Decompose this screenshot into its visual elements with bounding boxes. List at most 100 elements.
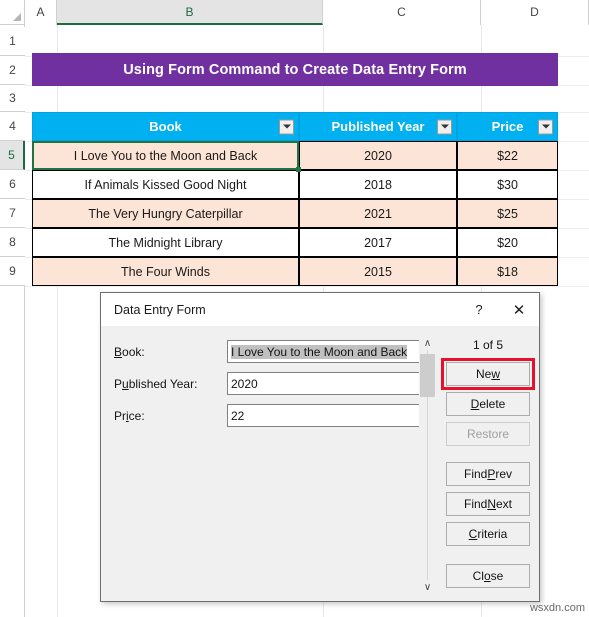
- table-cell-book[interactable]: The Midnight Library: [32, 228, 299, 257]
- help-icon[interactable]: ?: [459, 293, 499, 326]
- find-next-button[interactable]: Find Next: [446, 492, 530, 516]
- table-cell-value: $30: [497, 177, 518, 192]
- table-cell-year[interactable]: 2018: [299, 170, 457, 199]
- restore-button: Restore: [446, 422, 530, 446]
- close-button[interactable]: Cl o se: [446, 564, 530, 588]
- table-header-label: Price: [491, 119, 524, 134]
- filter-dropdown-icon[interactable]: [538, 119, 553, 134]
- table-cell-price[interactable]: $30: [457, 170, 558, 199]
- dialog-body: Book: I Love You to the Moon and Back Publ…: [101, 326, 539, 602]
- close-icon[interactable]: ✕: [499, 293, 539, 326]
- filter-dropdown-icon[interactable]: [279, 119, 294, 134]
- form-field-row: Published Year: 2020: [114, 372, 433, 395]
- dialog-title-text: Data Entry Form: [114, 302, 206, 317]
- scroll-up-icon[interactable]: ∧: [419, 336, 436, 350]
- record-counter: 1 of 5: [472, 338, 504, 352]
- table-header-book: Book: [32, 112, 299, 141]
- dialog-buttons: Ne w Delete Restore Find Prev Find Next Criter…: [441, 358, 535, 588]
- row-header-strip: 123456789: [0, 25, 25, 617]
- table-row: The Four Winds 2015 $18: [32, 257, 558, 286]
- data-entry-form-dialog: Data Entry Form ? ✕ Book: I Love You to t…: [100, 292, 540, 602]
- table-cell-value: The Very Hungry Caterpillar: [88, 206, 243, 221]
- delete-button[interactable]: Delete: [446, 392, 530, 416]
- table-cell-value: I Love You to the Moon and Back: [73, 148, 258, 163]
- column-header-a[interactable]: A: [25, 0, 57, 25]
- table-header-price: Price: [457, 112, 558, 141]
- field-label: Book:: [114, 344, 145, 359]
- dialog-title-bar[interactable]: Data Entry Form ? ✕: [101, 293, 539, 326]
- row-header-5[interactable]: 5: [0, 141, 25, 170]
- scroll-down-icon[interactable]: ∨: [419, 580, 436, 594]
- field-input[interactable]: 2020: [227, 372, 433, 395]
- row-header-6[interactable]: 6: [0, 170, 25, 199]
- field-value: 2020: [231, 376, 258, 391]
- table-header-row: Book Published Year Price: [32, 112, 558, 141]
- row-header-4[interactable]: 4: [0, 112, 25, 141]
- find-prev-button[interactable]: Find Prev: [446, 462, 530, 486]
- table-row: The Very Hungry Caterpillar 2021 $25: [32, 199, 558, 228]
- table-cell-book[interactable]: The Four Winds: [32, 257, 299, 286]
- selection-fill-handle[interactable]: [296, 167, 301, 172]
- dialog-button-wrapper: Delete: [446, 392, 530, 416]
- row-header-7[interactable]: 7: [0, 199, 25, 228]
- field-label: Price:: [114, 408, 145, 423]
- field-value: I Love You to the Moon and Back: [231, 344, 408, 359]
- table-cell-value: The Midnight Library: [108, 235, 223, 250]
- table-cell-year[interactable]: 2017: [299, 228, 457, 257]
- row-header-3[interactable]: 3: [0, 85, 25, 112]
- field-input[interactable]: I Love You to the Moon and Back: [227, 340, 433, 363]
- grid-line: [25, 286, 589, 287]
- table-cell-value: $22: [497, 148, 518, 163]
- table-row: I Love You to the Moon and Back 2020 $22: [32, 141, 558, 172]
- table-cell-value: 2017: [364, 235, 392, 250]
- select-all-corner[interactable]: [0, 0, 25, 25]
- field-value: 22: [231, 408, 245, 423]
- dialog-button-wrapper: Find Prev: [446, 462, 530, 486]
- table-cell-book[interactable]: If Animals Kissed Good Night: [32, 170, 299, 199]
- table-cell-value: If Animals Kissed Good Night: [84, 177, 247, 192]
- data-table: Book Published Year Price I Love You to the…: [32, 112, 558, 286]
- dialog-button-wrapper: Ne w: [441, 358, 535, 390]
- table-cell-value: The Four Winds: [121, 264, 210, 279]
- table-cell-price[interactable]: $25: [457, 199, 558, 228]
- scrollbar-thumb[interactable]: [420, 354, 435, 397]
- table-header-label: Book: [149, 119, 182, 134]
- dialog-button-wrapper: Find Next: [446, 492, 530, 516]
- table-cell-value: 2021: [364, 206, 392, 221]
- column-header-c[interactable]: C: [323, 0, 481, 25]
- field-label: Published Year:: [114, 376, 198, 391]
- dialog-button-column: 1 of 5 Ne w Delete Restore Find Prev Find Nex…: [441, 334, 535, 588]
- table-cell-value: 2020: [364, 148, 392, 163]
- table-cell-value: $25: [497, 206, 518, 221]
- column-header-d[interactable]: D: [481, 0, 589, 25]
- watermark: wsxdn.com: [529, 602, 585, 614]
- table-row: The Midnight Library 2017 $20: [32, 228, 558, 257]
- form-field-row: Price: 22: [114, 404, 433, 427]
- table-cell-value: 2015: [364, 264, 392, 279]
- row-header-1[interactable]: 1: [0, 27, 25, 56]
- sheet-title-banner: Using Form Command to Create Data Entry …: [32, 53, 558, 86]
- column-header-strip: A B C D: [0, 0, 589, 25]
- table-cell-price[interactable]: $20: [457, 228, 558, 257]
- form-field-row: Book: I Love You to the Moon and Back: [114, 340, 433, 363]
- field-input[interactable]: 22: [227, 404, 433, 427]
- row-header-9[interactable]: 9: [0, 257, 25, 286]
- table-cell-book[interactable]: I Love You to the Moon and Back: [32, 141, 301, 172]
- table-cell-price[interactable]: $18: [457, 257, 558, 286]
- new-button[interactable]: Ne w: [446, 362, 530, 386]
- table-cell-year[interactable]: 2015: [299, 257, 457, 286]
- criteria-button[interactable]: Criteria: [446, 522, 530, 546]
- dialog-button-wrapper: Restore: [446, 422, 530, 446]
- column-header-b[interactable]: B: [57, 0, 323, 25]
- row-header-2[interactable]: 2: [0, 56, 25, 85]
- table-cell-value: $18: [497, 264, 518, 279]
- table-cell-year[interactable]: 2020: [299, 141, 457, 170]
- dialog-button-wrapper: Criteria: [446, 522, 530, 546]
- row-header-8[interactable]: 8: [0, 228, 25, 257]
- record-scrollbar[interactable]: ∧ ∨: [419, 336, 436, 594]
- table-cell-year[interactable]: 2021: [299, 199, 457, 228]
- table-cell-value: $20: [497, 235, 518, 250]
- table-cell-price[interactable]: $22: [457, 141, 558, 170]
- filter-dropdown-icon[interactable]: [437, 119, 452, 134]
- table-cell-book[interactable]: The Very Hungry Caterpillar: [32, 199, 299, 228]
